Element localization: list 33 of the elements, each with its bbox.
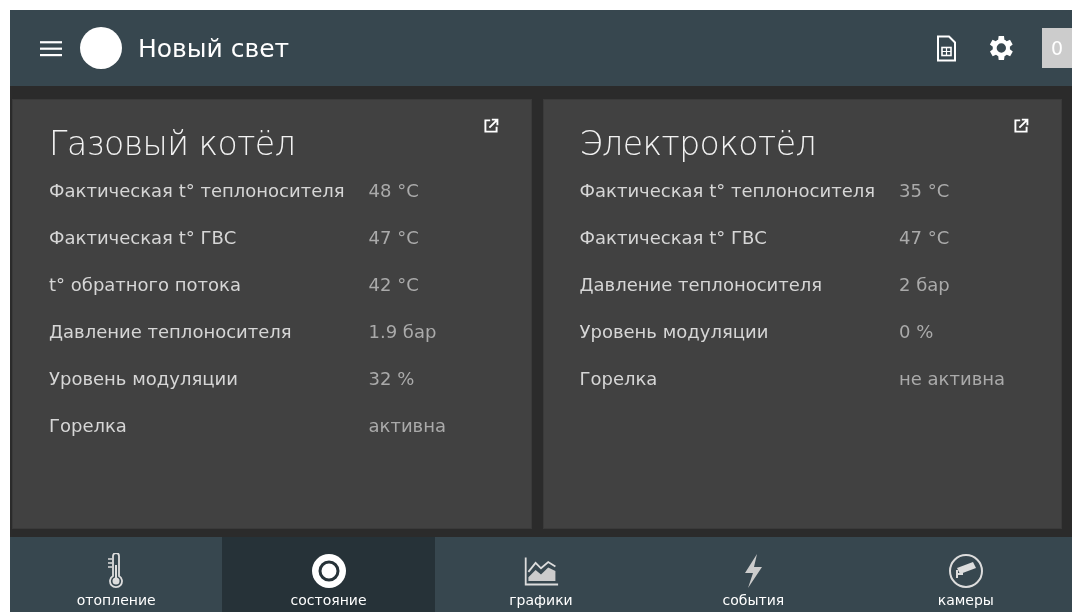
- parameter-label: t° обратного потока: [49, 273, 241, 297]
- menu-icon[interactable]: [40, 39, 62, 57]
- parameter-value: активна: [368, 414, 446, 438]
- parameter-label: Фактическая t° ГВС: [49, 226, 237, 250]
- parameter-value: 47 °C: [899, 226, 950, 250]
- parameter-value: 32 %: [368, 367, 415, 391]
- parameter-label: Горелка: [49, 414, 127, 438]
- parameter-value: 2 бар: [899, 273, 950, 297]
- ring-icon: [310, 553, 347, 589]
- card-title: Электрокотёл: [579, 124, 817, 163]
- parameter-value: 47 °C: [368, 226, 419, 250]
- app-title: Новый свет: [138, 33, 290, 63]
- parameter-value: не активна: [899, 367, 1006, 391]
- camera-icon: [947, 553, 984, 589]
- parameter-label: Давление теплоносителя: [49, 320, 292, 344]
- parameter-value: 48 °C: [368, 179, 419, 203]
- parameter-value: 1.9 бар: [368, 320, 437, 344]
- parameter-value: 0 %: [899, 320, 934, 344]
- card-title: Газовый котёл: [49, 124, 296, 163]
- external-link-icon[interactable]: [1013, 118, 1029, 134]
- parameter-value: 35 °C: [899, 179, 950, 203]
- parameter-label: Давление теплоносителя: [579, 273, 823, 297]
- parameter-label: Горелка: [579, 367, 658, 391]
- nav-tab[interactable]: состояние: [222, 537, 435, 612]
- parameter-label: Фактическая t° ГВС: [579, 226, 767, 250]
- external-link-icon[interactable]: [482, 118, 499, 134]
- parameter-label: Уровень модуляции: [49, 367, 238, 391]
- parameter-label: Фактическая t° теплоносителя: [579, 179, 876, 203]
- sim-card-icon[interactable]: [936, 34, 956, 62]
- status-circle: [80, 27, 122, 69]
- parameter-label: Фактическая t° теплоносителя: [49, 179, 345, 203]
- parameter-value: 42 °C: [368, 273, 419, 297]
- parameter-label: Уровень модуляции: [579, 320, 769, 344]
